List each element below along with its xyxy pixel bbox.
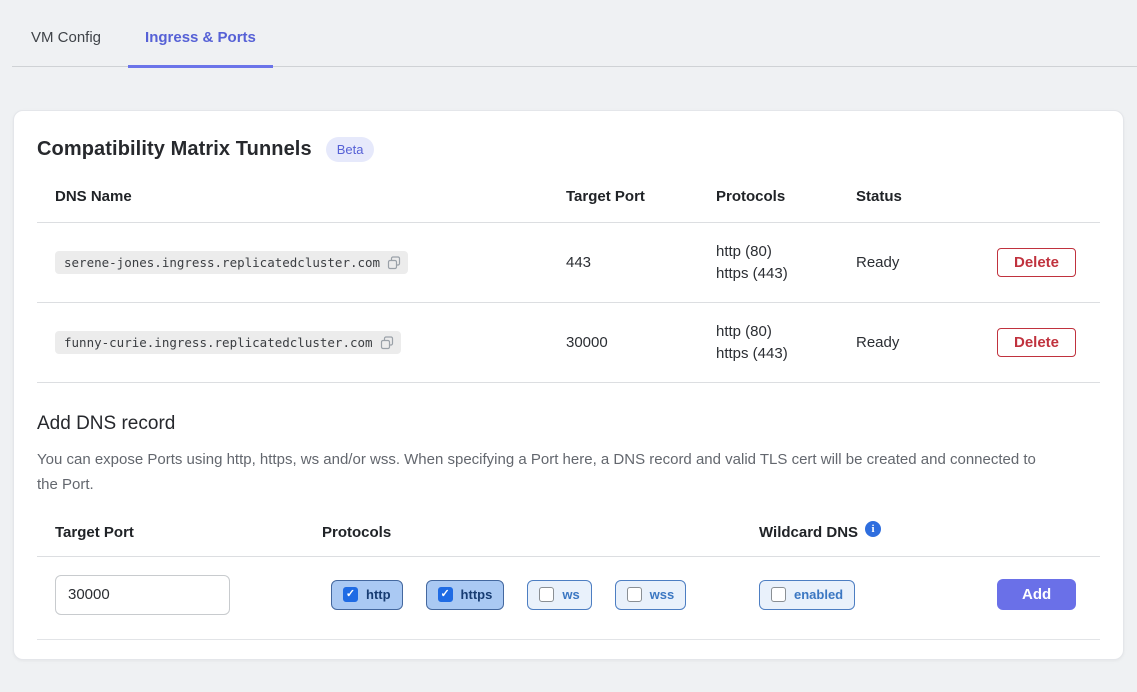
beta-badge: Beta xyxy=(326,137,375,162)
checkbox-icon: ✓ xyxy=(343,587,358,602)
protocol-label: http xyxy=(366,587,391,602)
protocol-label: ws xyxy=(562,587,579,602)
copy-icon[interactable] xyxy=(380,336,394,350)
column-header-protocols: Protocols xyxy=(716,188,856,205)
delete-button[interactable]: Delete xyxy=(997,248,1076,277)
column-header-dns-name: DNS Name xyxy=(37,188,566,205)
form-header-protocols: Protocols xyxy=(322,524,759,541)
info-icon[interactable]: i xyxy=(865,521,881,537)
column-header-target-port: Target Port xyxy=(566,188,716,205)
protocol-line: https (443) xyxy=(716,263,856,285)
form-header-wildcard-dns: Wildcard DNS i xyxy=(759,524,997,541)
dns-name-text: serene-jones.ingress.replicatedcluster.c… xyxy=(64,255,380,270)
dns-name-pill: funny-curie.ingress.replicatedcluster.co… xyxy=(55,331,401,354)
tab-bar: VM Config Ingress & Ports xyxy=(12,0,1137,67)
protocol-checkbox-group: ✓ http ✓ https ✓ ws ✓ wss xyxy=(331,580,759,610)
add-dns-form-row: ✓ http ✓ https ✓ ws ✓ wss ✓ enabled Add xyxy=(37,557,1100,640)
wildcard-enabled-checkbox[interactable]: ✓ enabled xyxy=(759,580,855,610)
checkbox-icon: ✓ xyxy=(438,587,453,602)
dns-name-cell: serene-jones.ingress.replicatedcluster.c… xyxy=(37,251,566,274)
target-port-input[interactable] xyxy=(55,575,230,615)
status-cell: Ready xyxy=(856,254,997,271)
checkbox-icon: ✓ xyxy=(771,587,786,602)
checkbox-icon: ✓ xyxy=(627,587,642,602)
protocols-cell: http (80) https (443) xyxy=(716,321,856,365)
tab-vm-config[interactable]: VM Config xyxy=(31,29,101,66)
target-port-field-cell xyxy=(37,575,322,615)
protocol-label: https xyxy=(461,587,493,602)
target-port-cell: 443 xyxy=(566,254,716,271)
target-port-cell: 30000 xyxy=(566,334,716,351)
protocols-cell: http (80) https (443) xyxy=(716,241,856,285)
table-header-row: DNS Name Target Port Protocols Status xyxy=(37,176,1100,223)
dns-name-text: funny-curie.ingress.replicatedcluster.co… xyxy=(64,335,373,350)
dns-name-pill: serene-jones.ingress.replicatedcluster.c… xyxy=(55,251,408,274)
delete-button[interactable]: Delete xyxy=(997,328,1076,357)
add-button[interactable]: Add xyxy=(997,579,1076,610)
wildcard-enabled-label: enabled xyxy=(794,587,843,602)
wildcard-dns-label: Wildcard DNS xyxy=(759,524,858,541)
table-row: serene-jones.ingress.replicatedcluster.c… xyxy=(37,223,1100,303)
protocol-checkbox-http[interactable]: ✓ http xyxy=(331,580,403,610)
add-dns-title: Add DNS record xyxy=(37,413,1100,435)
card-title-row: Compatibility Matrix Tunnels Beta xyxy=(37,137,1100,162)
status-cell: Ready xyxy=(856,334,997,351)
add-dns-description: You can expose Ports using http, https, … xyxy=(37,448,1047,498)
tab-ingress-ports[interactable]: Ingress & Ports xyxy=(128,29,273,68)
protocol-checkbox-wss[interactable]: ✓ wss xyxy=(615,580,687,610)
protocol-line: https (443) xyxy=(716,343,856,365)
protocol-checkbox-https[interactable]: ✓ https xyxy=(426,580,505,610)
tunnels-card: Compatibility Matrix Tunnels Beta DNS Na… xyxy=(13,110,1124,660)
table-row: funny-curie.ingress.replicatedcluster.co… xyxy=(37,303,1100,383)
form-header-target-port: Target Port xyxy=(37,524,322,541)
wildcard-dns-cell: ✓ enabled xyxy=(759,580,997,610)
copy-icon[interactable] xyxy=(387,256,401,270)
protocol-line: http (80) xyxy=(716,241,856,263)
dns-name-cell: funny-curie.ingress.replicatedcluster.co… xyxy=(37,331,566,354)
checkbox-icon: ✓ xyxy=(539,587,554,602)
tunnels-table: DNS Name Target Port Protocols Status se… xyxy=(37,176,1100,383)
protocol-checkbox-ws[interactable]: ✓ ws xyxy=(527,580,591,610)
protocol-line: http (80) xyxy=(716,321,856,343)
page-title: Compatibility Matrix Tunnels xyxy=(37,138,312,161)
form-header-row: Target Port Protocols Wildcard DNS i xyxy=(37,524,1100,557)
column-header-status: Status xyxy=(856,188,997,205)
protocol-label: wss xyxy=(650,587,675,602)
